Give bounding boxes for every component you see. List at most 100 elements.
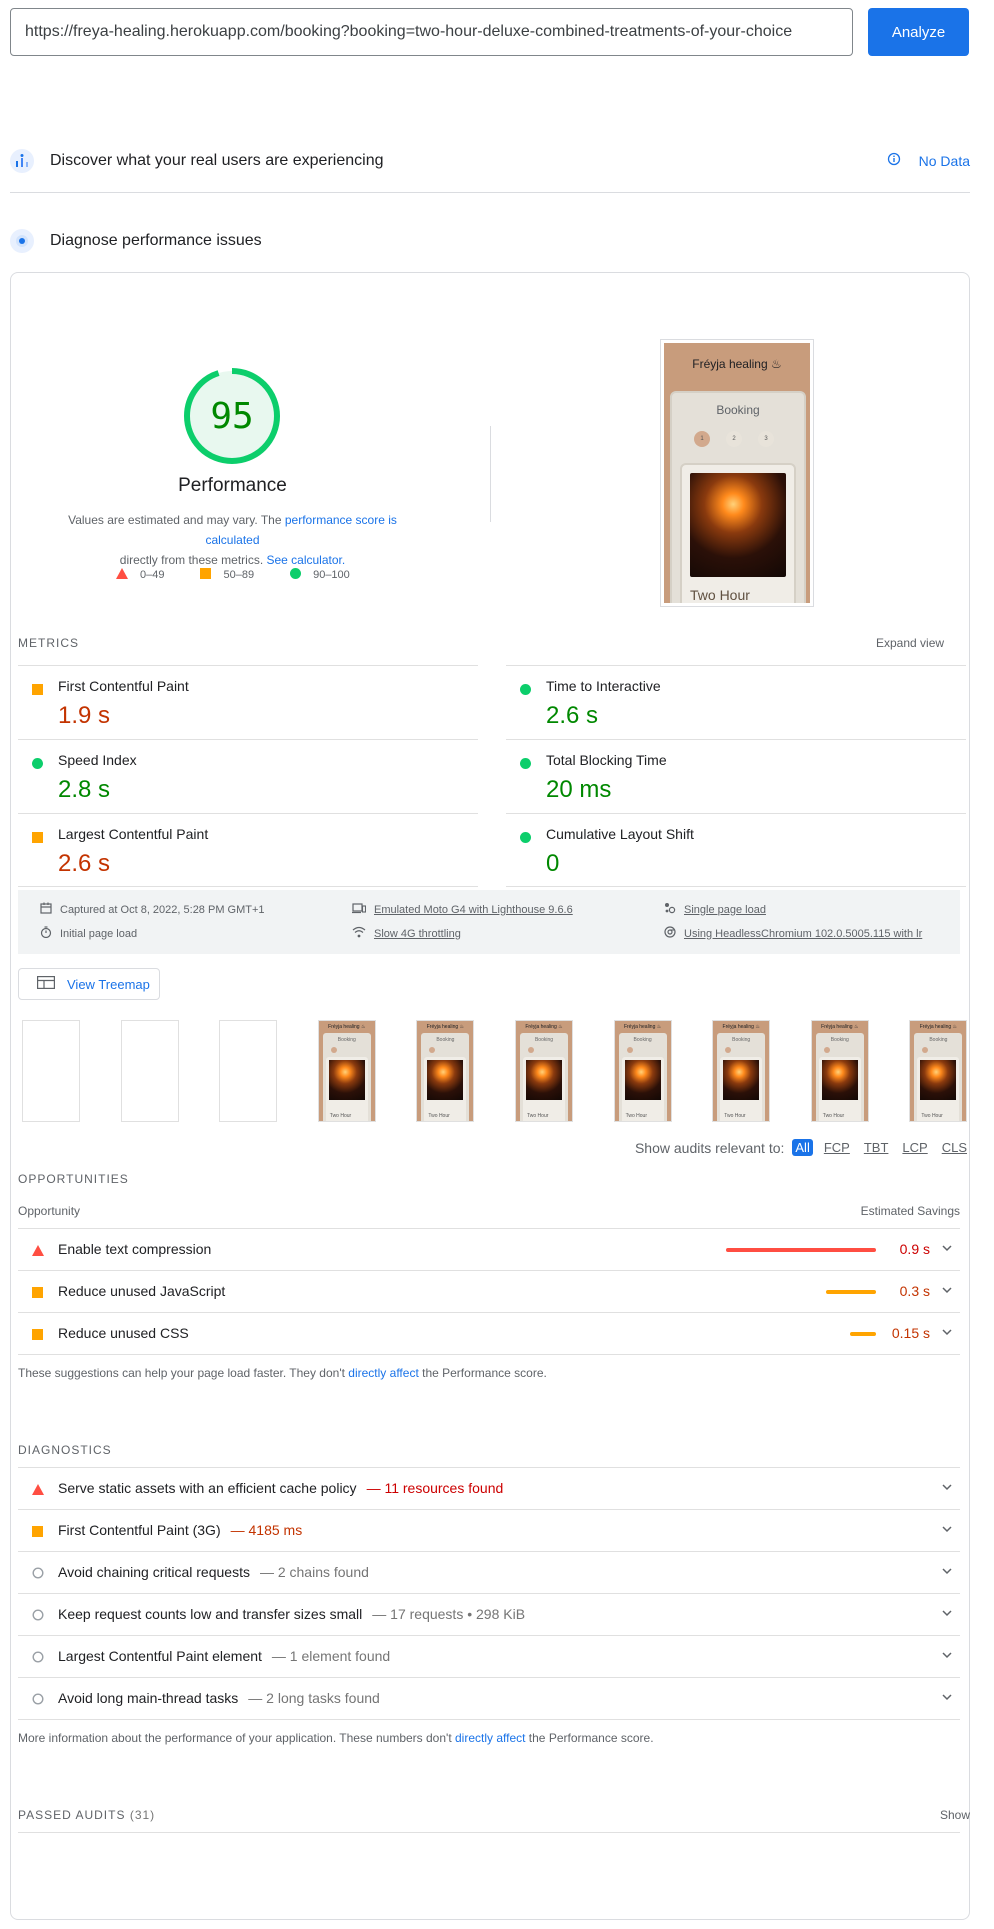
filmstrip-frame: Fréyja healing ♨ Booking Two Hour bbox=[613, 1020, 672, 1122]
metric-value: 1.9 s bbox=[58, 702, 111, 729]
runtime-device[interactable]: Emulated Moto G4 with Lighthouse 9.6.6 bbox=[352, 902, 573, 917]
savings-column-label: Estimated Savings bbox=[860, 1204, 960, 1218]
pass-circle-icon bbox=[520, 756, 531, 772]
legend-fail: 0–49 bbox=[116, 568, 164, 582]
metrics-bottom-divider bbox=[18, 886, 478, 887]
filter-chip-lcp[interactable]: LCP bbox=[899, 1139, 930, 1156]
chrome-icon bbox=[664, 926, 676, 941]
opportunity-row[interactable]: Enable text compression 0.9 s bbox=[18, 1228, 960, 1270]
metric-name: Cumulative Layout Shift bbox=[546, 826, 694, 842]
frame-logo: Fréyja healing ♨ bbox=[623, 1024, 662, 1030]
filmstrip-frame: Fréyja healing ♨ Booking Two Hour bbox=[810, 1020, 869, 1122]
filter-chip-tbt[interactable]: TBT bbox=[861, 1139, 892, 1156]
expand-view-toggle[interactable]: Expand view bbox=[876, 636, 944, 650]
metric-name: Largest Contentful Paint bbox=[58, 826, 209, 842]
metric-value: 0 bbox=[546, 850, 560, 877]
runtime-initial: Initial page load bbox=[40, 926, 137, 941]
opportunities-note: These suggestions can help your page loa… bbox=[18, 1366, 547, 1380]
metric-value: 2.6 s bbox=[58, 850, 111, 877]
frame-logo: Fréyja healing ♨ bbox=[328, 1024, 366, 1030]
diagnostic-row[interactable]: Serve static assets with an efficient ca… bbox=[18, 1467, 960, 1509]
chevron-down-icon[interactable] bbox=[940, 1606, 954, 1620]
opportunity-row[interactable]: Reduce unused CSS 0.15 s bbox=[18, 1312, 960, 1354]
diagnostic-title: Keep request counts low and transfer siz… bbox=[58, 1606, 526, 1622]
legend-pass: 90–100 bbox=[290, 568, 350, 582]
chevron-down-icon[interactable] bbox=[940, 1241, 954, 1255]
frame-logo: Fréyja healing ♨ bbox=[525, 1024, 563, 1030]
no-data-label: No Data bbox=[918, 152, 970, 169]
filmstrip-frame: Fréyja healing ♨ Booking Two Hour bbox=[712, 1020, 771, 1122]
fail-triangle-icon bbox=[32, 1482, 44, 1498]
diagnostics-title: DIAGNOSTICS bbox=[18, 1443, 112, 1457]
chevron-down-icon[interactable] bbox=[940, 1648, 954, 1662]
pass-circle-icon bbox=[32, 756, 43, 772]
filmstrip-frame bbox=[219, 1020, 278, 1122]
filter-chip-all[interactable]: All bbox=[792, 1139, 813, 1156]
no-data-link[interactable]: No Data bbox=[887, 152, 970, 169]
performance-description: Values are estimated and may vary. The p… bbox=[68, 513, 397, 567]
frame-photo bbox=[920, 1060, 957, 1100]
final-screenshot[interactable]: Fréyja healing ♨ Booking 1 2 3 Two Hour bbox=[660, 339, 814, 607]
chevron-down-icon[interactable] bbox=[940, 1283, 954, 1297]
diagnostic-row[interactable]: First Contentful Paint (3G) — 4185 ms bbox=[18, 1509, 960, 1551]
runtime-load[interactable]: Single page load bbox=[664, 902, 766, 917]
frame-photo bbox=[328, 1060, 365, 1100]
opportunity-row[interactable]: Reduce unused JavaScript 0.3 s bbox=[18, 1270, 960, 1312]
metric-value: 2.6 s bbox=[546, 702, 599, 729]
info-circle-icon bbox=[32, 1692, 44, 1708]
frame-step-dot bbox=[330, 1047, 337, 1053]
chevron-down-icon[interactable] bbox=[940, 1564, 954, 1578]
passed-audits-show-toggle[interactable]: Show bbox=[940, 1808, 970, 1822]
savings-bar bbox=[726, 1248, 876, 1252]
metric-speed-index: Speed Index 2.8 s bbox=[18, 739, 478, 813]
see-calculator-link[interactable]: See calculator. bbox=[266, 553, 345, 567]
diagnostic-row[interactable]: Keep request counts low and transfer siz… bbox=[18, 1593, 960, 1635]
average-square-icon bbox=[32, 682, 43, 698]
filmstrip-frame: Fréyja healing ♨ Booking Two Hour bbox=[416, 1020, 475, 1122]
square-icon bbox=[200, 568, 212, 582]
metrics-label: METRICS bbox=[18, 636, 79, 650]
chevron-down-icon[interactable] bbox=[940, 1325, 954, 1339]
info-icon bbox=[887, 152, 901, 169]
metric-time-to-interactive: Time to Interactive 2.6 s bbox=[506, 665, 966, 739]
frame-caption: Two Hour bbox=[428, 1113, 450, 1119]
url-input[interactable] bbox=[10, 8, 853, 56]
diagnostic-row[interactable]: Avoid long main-thread tasks — 2 long tas… bbox=[18, 1677, 960, 1719]
score-legend: 0–49 50–89 90–100 bbox=[116, 568, 386, 582]
analyze-button[interactable]: Analyze bbox=[868, 8, 969, 56]
chevron-down-icon[interactable] bbox=[940, 1690, 954, 1704]
opportunity-title: Reduce unused CSS bbox=[58, 1325, 189, 1341]
users-chart-icon bbox=[10, 149, 34, 173]
passed-audits-title[interactable]: PASSED AUDITS (31) bbox=[18, 1808, 155, 1822]
frame-booking: Booking bbox=[337, 1037, 356, 1043]
opportunity-column-label: Opportunity bbox=[18, 1204, 81, 1218]
average-square-icon bbox=[32, 1285, 43, 1301]
filmstrip-frame: Fréyja healing ♨ Booking Two Hour bbox=[909, 1020, 968, 1122]
section-divider bbox=[10, 192, 970, 193]
directly-affect-link[interactable]: directly affect bbox=[455, 1731, 525, 1745]
frame-step-dot bbox=[528, 1047, 534, 1053]
diagnostic-row[interactable]: Largest Contentful Paint element — 1 elem… bbox=[18, 1635, 960, 1677]
filmstrip-frame: Fréyja healing ♨ Booking Two Hour bbox=[515, 1020, 573, 1122]
directly-affect-link[interactable]: directly affect bbox=[348, 1366, 418, 1380]
opportunity-savings: 0.3 s bbox=[899, 1283, 930, 1299]
frame-logo: Fréyja healing ♨ bbox=[919, 1024, 958, 1030]
metric-name: First Contentful Paint bbox=[58, 678, 189, 694]
field-data-title: Discover what your real users are experi… bbox=[50, 152, 384, 169]
pass-circle-icon bbox=[520, 830, 531, 846]
metric-first-contentful-paint: First Contentful Paint 1.9 s bbox=[18, 665, 478, 739]
average-square-icon bbox=[32, 1327, 43, 1343]
triangle-icon bbox=[116, 568, 128, 582]
field-data-header: Discover what your real users are experi… bbox=[10, 146, 970, 176]
diagnostic-title: First Contentful Paint (3G) — 4185 ms bbox=[58, 1522, 303, 1538]
diagnostic-row[interactable]: Avoid chaining critical requests — 2 chai… bbox=[18, 1551, 960, 1593]
diagnostics-note: More information about the performance o… bbox=[18, 1731, 654, 1745]
filter-chip-fcp[interactable]: FCP bbox=[821, 1139, 853, 1156]
view-treemap-button[interactable]: View Treemap bbox=[18, 968, 160, 1000]
chevron-down-icon[interactable] bbox=[940, 1522, 954, 1536]
chevron-down-icon[interactable] bbox=[940, 1480, 954, 1494]
runtime-throttling[interactable]: Slow 4G throttling bbox=[352, 926, 461, 941]
runtime-browser[interactable]: Using HeadlessChromium 102.0.5005.115 wi… bbox=[664, 926, 954, 941]
screenshot-caption: Two Hour bbox=[690, 587, 750, 603]
filter-chip-cls[interactable]: CLS bbox=[939, 1139, 970, 1156]
